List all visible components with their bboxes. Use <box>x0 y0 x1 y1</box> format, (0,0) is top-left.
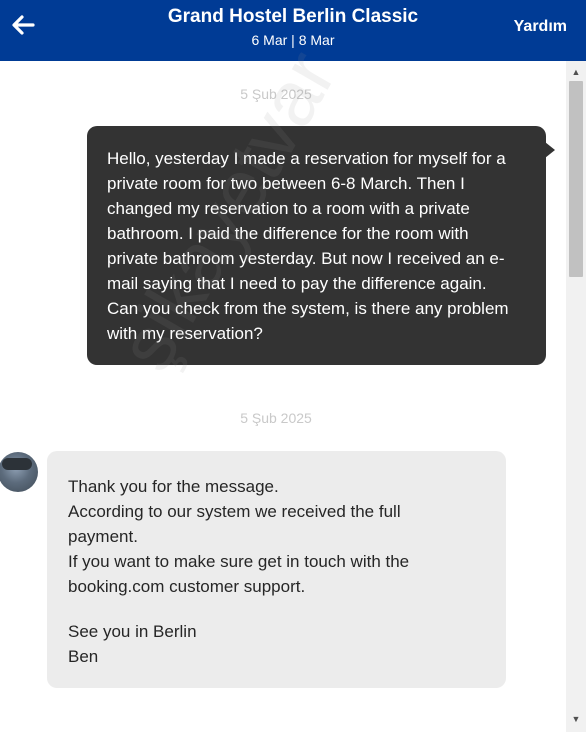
message-thread: 5 Şub 2025 Hello, yesterday I made a res… <box>0 61 566 732</box>
message-line: Hello, yesterday I made a reservation fo… <box>107 149 506 168</box>
property-title: Grand Hostel Berlin Classic <box>167 6 419 27</box>
message-line: private room for two between 6-8 March. … <box>107 174 465 193</box>
help-link[interactable]: Yardım <box>514 18 567 36</box>
incoming-message: Thank you for the message. According to … <box>47 451 506 688</box>
message-date: 5 Şub 2025 <box>240 410 312 426</box>
incoming-signoff: See you in Berlin Ben <box>68 619 488 669</box>
scroll-down-icon[interactable]: ▼ <box>566 710 586 728</box>
message-line: changed my reservation to a room with a … <box>107 199 470 218</box>
scroll-up-icon[interactable]: ▲ <box>566 63 586 81</box>
signoff-line: Ben <box>68 647 99 666</box>
message-line: Can you check from the system, is there … <box>107 299 509 318</box>
message-line: Thank you for the message. <box>68 477 279 496</box>
message-date: 5 Şub 2025 <box>240 86 312 102</box>
message-line: bathroom. I paid the difference for the … <box>107 224 469 243</box>
scrollbar[interactable]: ▲ ▼ <box>566 61 586 732</box>
chat-header: Grand Hostel Berlin Classic 6 Mar | 8 Ma… <box>0 0 586 61</box>
incoming-message-text: Thank you for the message. According to … <box>68 474 488 599</box>
bubble-tail <box>545 142 555 158</box>
message-line: mail saying that I need to pay the diffe… <box>107 274 487 293</box>
message-line: booking.com customer support. <box>68 577 306 596</box>
avatar-image <box>2 458 32 470</box>
signoff-line: See you in Berlin <box>68 622 197 641</box>
avatar <box>0 452 38 492</box>
outgoing-message-text: Hello, yesterday I made a reservation fo… <box>107 146 527 346</box>
message-line: payment. <box>68 527 138 546</box>
message-line: If you want to make sure get in touch wi… <box>68 552 410 571</box>
outgoing-message: Hello, yesterday I made a reservation fo… <box>87 126 555 365</box>
message-line: with my reservation? <box>107 324 263 343</box>
scrollbar-thumb[interactable] <box>569 81 583 277</box>
message-line: According to our system we received the … <box>68 502 401 521</box>
stay-dates: 6 Mar | 8 Mar <box>251 32 335 48</box>
message-line: private bathroom yesterday. But now I re… <box>107 249 505 268</box>
